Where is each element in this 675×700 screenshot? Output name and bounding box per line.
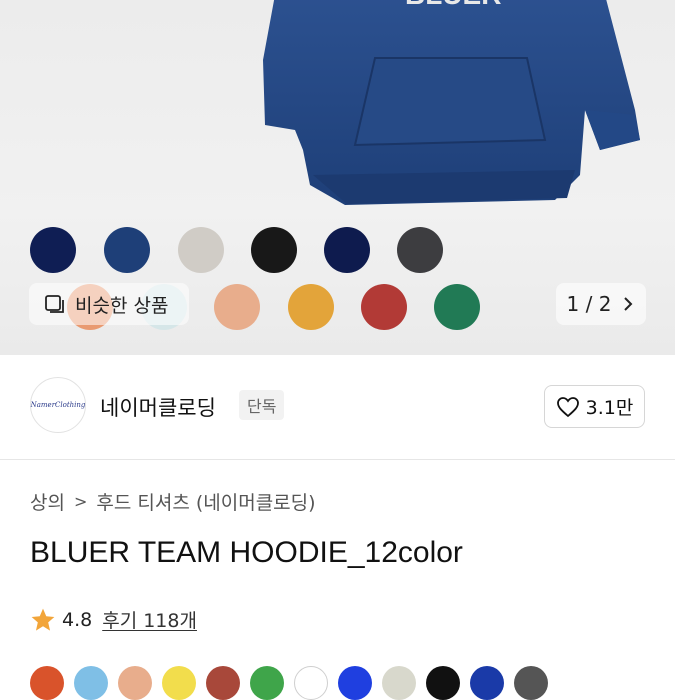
brand-name[interactable]: 네이머클로딩	[100, 392, 216, 422]
color-option-chip[interactable]	[470, 666, 504, 700]
color-swatch[interactable]	[214, 284, 260, 330]
image-pager[interactable]: 1 / 2	[556, 283, 646, 325]
rating-row: 4.8 후기 118개	[30, 606, 197, 633]
breadcrumb: 상의 > 후드 티셔츠 (네이머클로딩)	[30, 488, 316, 515]
similar-products-icon	[45, 295, 64, 313]
hoodie-image: BLUER	[263, 0, 640, 205]
color-option-chip[interactable]	[250, 666, 284, 700]
hoodie-print-text: BLUER	[405, 0, 501, 10]
color-swatch[interactable]	[178, 227, 224, 273]
color-swatch[interactable]	[30, 227, 76, 273]
like-count: 3.1만	[585, 397, 634, 419]
like-button[interactable]: 3.1만	[544, 385, 645, 428]
similar-products-label: 비슷한 상품	[75, 294, 169, 317]
color-option-chip[interactable]	[382, 666, 416, 700]
chevron-right-icon: >	[73, 492, 88, 511]
color-option-chip[interactable]	[162, 666, 196, 700]
color-option-chip[interactable]	[118, 666, 152, 700]
rating-score: 4.8	[62, 608, 93, 631]
brand-logo[interactable]: NamerClothing	[30, 377, 86, 433]
color-swatch[interactable]	[104, 227, 150, 273]
similar-products-button[interactable]: 비슷한 상품	[29, 283, 189, 325]
color-option-chip[interactable]	[30, 666, 64, 700]
brand-row: NamerClothing 네이머클로딩 단독 3.1만	[0, 355, 675, 460]
color-swatch[interactable]	[361, 284, 407, 330]
color-swatch[interactable]	[397, 227, 443, 273]
product-title: BLUER TEAM HOODIE_12color	[30, 536, 463, 569]
product-image[interactable]: BLUER 비슷한 상품 1 / 2	[0, 0, 675, 355]
color-option-chip[interactable]	[426, 666, 460, 700]
review-count-link[interactable]: 후기 118개	[102, 606, 197, 633]
breadcrumb-item-subcategory[interactable]: 후드 티셔츠 (네이머클로딩)	[96, 488, 315, 515]
color-option-chip[interactable]	[338, 666, 372, 700]
star-icon	[31, 608, 55, 631]
color-option-chip[interactable]	[206, 666, 240, 700]
breadcrumb-item-category[interactable]: 상의	[30, 488, 65, 515]
chevron-right-icon	[624, 297, 633, 311]
brand-logo-text: NamerClothing	[30, 401, 86, 409]
exclusive-badge: 단독	[239, 390, 285, 420]
color-option-chip[interactable]	[514, 666, 548, 700]
pager-text: 1 / 2	[566, 292, 612, 316]
color-swatch[interactable]	[324, 227, 370, 273]
color-swatch[interactable]	[434, 284, 480, 330]
color-option-chip[interactable]	[74, 666, 108, 700]
color-swatch[interactable]	[288, 284, 334, 330]
color-swatch[interactable]	[251, 227, 297, 273]
color-option-chip[interactable]	[294, 666, 328, 700]
heart-icon	[556, 396, 579, 417]
